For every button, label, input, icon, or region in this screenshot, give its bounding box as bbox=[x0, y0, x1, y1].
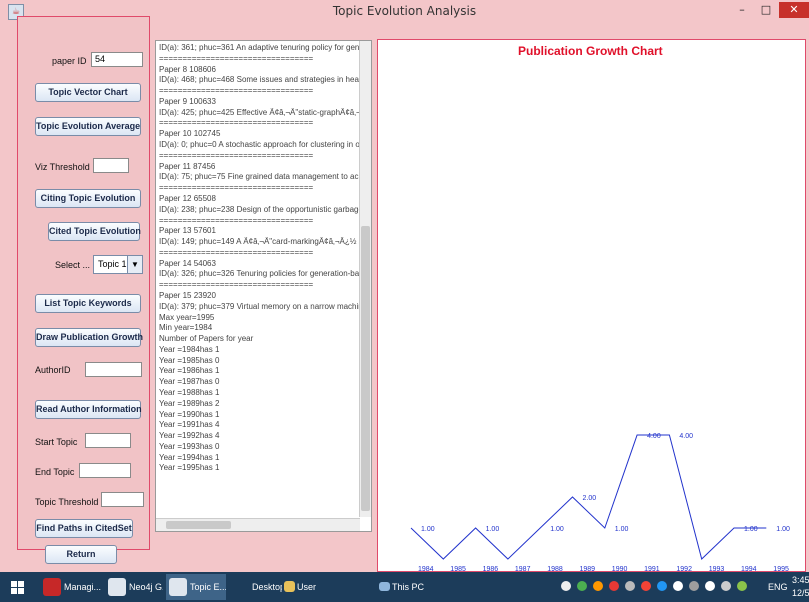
data-label: 4.00 bbox=[679, 433, 693, 440]
clock-date[interactable]: 12/5/ bbox=[792, 588, 809, 598]
data-label: 1.00 bbox=[744, 526, 758, 533]
this-pc[interactable]: This PC bbox=[378, 574, 438, 600]
taskbar-item-neo4j[interactable]: Neo4j G... bbox=[105, 574, 163, 600]
taskbar-item-label: Managi... bbox=[64, 582, 102, 592]
desktop-toolbar[interactable]: Desktop bbox=[228, 574, 282, 600]
data-label: 1.00 bbox=[776, 526, 790, 533]
user-label: User bbox=[297, 582, 317, 592]
data-label: 4.00 bbox=[647, 433, 661, 440]
app-window: ☕ Topic Evolution Analysis – □ ✕ paper I… bbox=[0, 0, 809, 572]
java-icon bbox=[108, 578, 126, 596]
folder-icon bbox=[284, 581, 295, 592]
data-label: 2.00 bbox=[583, 495, 597, 502]
taskbar-item-label: Neo4j G... bbox=[129, 582, 163, 592]
language-indicator[interactable]: ENG bbox=[768, 582, 788, 592]
windows-logo-icon bbox=[11, 581, 24, 594]
data-label: 1.00 bbox=[615, 526, 629, 533]
java-icon bbox=[169, 578, 187, 596]
user-folder[interactable]: User bbox=[283, 574, 333, 600]
clock-time[interactable]: 3:45 bbox=[792, 575, 809, 585]
pdf-icon bbox=[43, 578, 61, 596]
taskbar-item-label: Topic E... bbox=[190, 582, 226, 592]
data-label: 1.00 bbox=[550, 526, 564, 533]
data-label: 1.00 bbox=[421, 526, 435, 533]
system-tray-icons[interactable] bbox=[560, 578, 760, 596]
taskbar-item-pdf[interactable]: Managi... bbox=[40, 574, 102, 600]
publication-growth-chart: 1.001984 19851.001986 19871.0019882.001989… bbox=[410, 433, 790, 572]
desktop-label: Desktop bbox=[252, 582, 282, 592]
taskbar-item-topic[interactable]: Topic E... bbox=[166, 574, 226, 600]
start-button[interactable] bbox=[0, 574, 36, 600]
computer-icon bbox=[379, 582, 390, 591]
data-label: 1.00 bbox=[486, 526, 500, 533]
this-pc-label: This PC bbox=[392, 582, 425, 592]
